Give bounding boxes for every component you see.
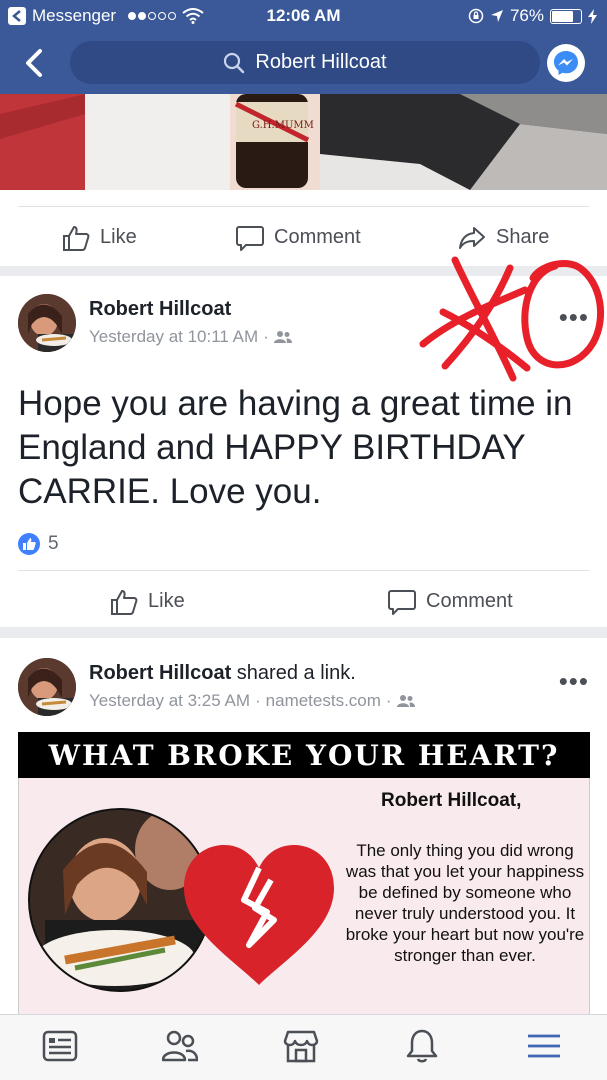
battery-percent: 76%: [509, 6, 544, 25]
comment-button[interactable]: Comment: [388, 589, 513, 615]
reaction-summary[interactable]: 5: [18, 533, 59, 555]
bottom-tab-bar: [0, 1014, 607, 1080]
meta-separator: ·: [263, 327, 269, 346]
share-arrow-icon: [459, 226, 485, 249]
photo-image: G.H.MUMM: [0, 94, 607, 190]
back-chevron-icon[interactable]: [20, 47, 50, 79]
more-options-icon[interactable]: •••: [559, 668, 589, 694]
comment-label: Comment: [274, 226, 361, 248]
post-text: Hope you are having a great time in Engl…: [18, 384, 573, 511]
marketplace-icon: [283, 1030, 319, 1063]
messenger-button[interactable]: [547, 44, 585, 82]
thumbs-up-icon: [111, 589, 138, 615]
author-name[interactable]: Robert Hillcoat: [89, 662, 231, 684]
meta-separator: ·: [385, 691, 392, 710]
thumbs-up-icon: [63, 225, 90, 251]
tab-notifications[interactable]: [404, 1028, 444, 1068]
status-right: 76%: [468, 6, 597, 26]
preview-message: The only thing you did wrong was that yo…: [345, 841, 585, 965]
notifications-icon: [406, 1029, 438, 1063]
post-meta: Yesterday at 10:11 AM ·: [89, 327, 292, 347]
messenger-icon: [554, 51, 578, 75]
preview-title: WHAT BROKE YOUR HEART?: [18, 732, 590, 778]
link-preview-image[interactable]: WHAT BROKE YOUR HEART? Robert Hillcoat, …: [18, 732, 590, 1032]
news-feed-icon: [42, 1030, 78, 1062]
post-action-text: shared a link.: [231, 662, 356, 684]
shared-link-post-card: Robert Hillcoat shared a link. Yesterday…: [0, 638, 607, 1032]
share-label: Share: [496, 226, 550, 248]
post-headline: Robert Hillcoat shared a link.: [89, 662, 415, 685]
comment-button[interactable]: Comment: [236, 225, 361, 251]
like-count: 5: [48, 533, 59, 554]
tab-menu[interactable]: [526, 1028, 566, 1068]
menu-icon: [528, 1034, 560, 1058]
friends-audience-icon: [273, 331, 292, 343]
broken-heart-icon: [184, 845, 334, 985]
tab-news-feed[interactable]: [42, 1028, 82, 1068]
charging-bolt-icon: [588, 8, 597, 24]
like-label: Like: [148, 590, 185, 612]
search-bar[interactable]: Robert Hillcoat: [70, 41, 540, 84]
tab-marketplace[interactable]: [283, 1028, 323, 1068]
friends-icon: [161, 1030, 199, 1062]
share-button[interactable]: Share: [458, 226, 549, 250]
comment-label: Comment: [426, 590, 513, 612]
app-screen: Messenger 12:06 AM 76% Robert Hillcoat G…: [0, 0, 607, 1080]
post-meta: Yesterday at 3:25 AM · nametests.com ·: [89, 691, 415, 711]
like-button[interactable]: Like: [62, 225, 137, 251]
post-actions: Like Comment: [18, 570, 589, 632]
author-name[interactable]: Robert Hillcoat: [89, 298, 292, 321]
comment-icon: [236, 225, 264, 251]
avatar[interactable]: [18, 658, 76, 716]
post-header: Robert Hillcoat shared a link. Yesterday…: [18, 658, 415, 716]
xo-scribble-annotation: [419, 256, 605, 382]
post-timestamp[interactable]: Yesterday at 10:11 AM: [89, 327, 258, 347]
like-label: Like: [100, 226, 137, 248]
preview-name: Robert Hillcoat,: [381, 790, 522, 811]
meta-separator: ·: [254, 691, 261, 710]
preview-body: Robert Hillcoat, The only thing you did …: [18, 778, 590, 1032]
like-button[interactable]: Like: [110, 589, 185, 615]
like-reaction-icon: [18, 533, 40, 555]
post-timestamp[interactable]: Yesterday at 3:25 AM: [89, 691, 250, 711]
avatar[interactable]: [18, 294, 76, 352]
search-icon: [224, 52, 245, 73]
previous-post-photo[interactable]: G.H.MUMM: [0, 94, 607, 190]
status-bar: Messenger 12:06 AM 76%: [0, 0, 607, 32]
comment-icon: [388, 589, 416, 615]
top-navigation-bar: Robert Hillcoat: [0, 32, 607, 94]
orientation-lock-icon: [468, 8, 484, 24]
friends-audience-icon: [396, 695, 415, 707]
link-source[interactable]: nametests.com: [266, 691, 381, 711]
svg-text:G.H.MUMM: G.H.MUMM: [252, 120, 314, 131]
search-text: Robert Hillcoat: [255, 51, 387, 73]
post-header: Robert Hillcoat Yesterday at 10:11 AM ·: [18, 294, 292, 352]
tab-friends[interactable]: [161, 1028, 202, 1068]
location-arrow-icon: [490, 10, 503, 22]
battery-icon: [550, 8, 582, 24]
